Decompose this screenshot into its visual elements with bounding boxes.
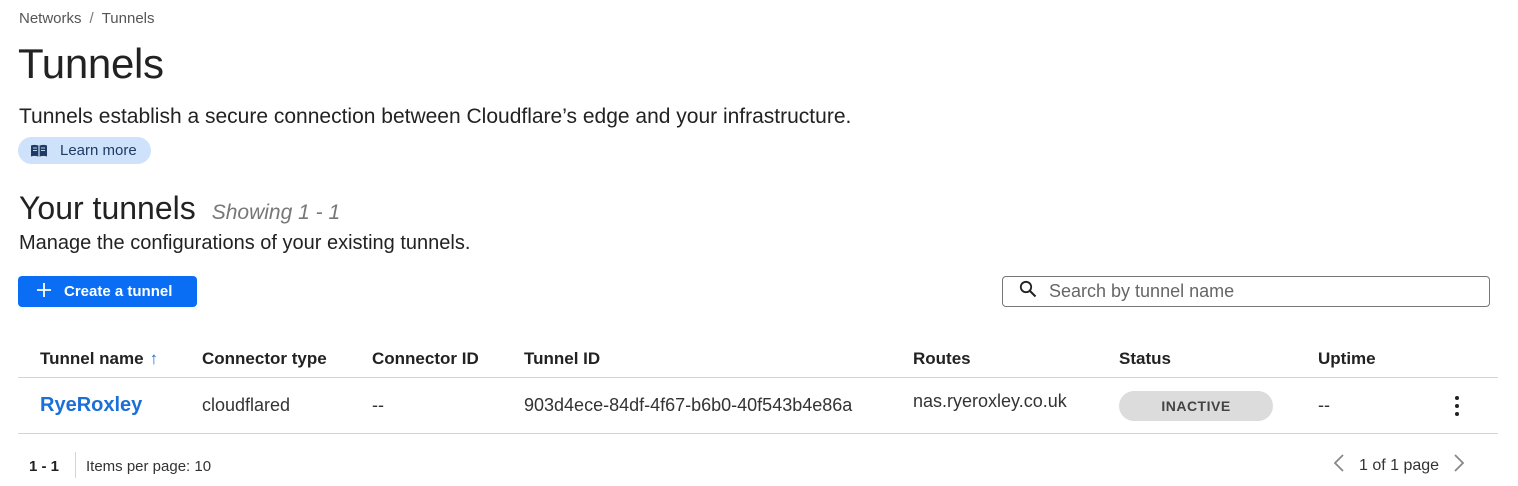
connector-id-cell: -- <box>372 395 384 415</box>
routes-cell: nas.ryeroxley.co.uk <box>913 391 1067 411</box>
learn-more-label: Learn more <box>60 142 137 159</box>
pagination-bar: 1 - 1 Items per page: 10 1 of 1 page <box>18 450 1498 480</box>
table-header-row: Tunnel name ↑ Connector type Connector I… <box>18 340 1498 378</box>
breadcrumb-tunnels: Tunnels <box>101 10 155 27</box>
page-description: Tunnels establish a secure connection be… <box>19 105 852 128</box>
sort-up-icon: ↑ <box>149 348 159 368</box>
pager: 1 of 1 page <box>1333 454 1465 478</box>
breadcrumb-separator: / <box>89 10 94 27</box>
page-label: 1 of 1 page <box>1359 457 1440 474</box>
showing-count: Showing 1 - 1 <box>211 201 341 224</box>
column-header-status: Status <box>1119 348 1171 368</box>
book-icon <box>30 144 48 158</box>
pagination-range: 1 - 1 <box>29 458 60 475</box>
search-icon <box>1019 280 1037 303</box>
kebab-menu-icon[interactable] <box>1455 395 1459 416</box>
items-per-page[interactable]: Items per page: 10 <box>86 458 211 475</box>
section-title: Your tunnels Showing 1 - 1 <box>19 190 340 227</box>
chevron-right-icon[interactable] <box>1453 454 1465 478</box>
search-box <box>1002 276 1490 307</box>
connector-type-cell: cloudflared <box>202 395 291 415</box>
section-description: Manage the configurations of your existi… <box>19 232 471 254</box>
tunnels-table: Tunnel name ↑ Connector type Connector I… <box>18 340 1498 434</box>
tunnel-id-cell: 903d4ece-84df-4f67-b6b0-40f543b4e86a <box>524 395 853 415</box>
plus-icon <box>36 282 52 302</box>
search-input[interactable] <box>1049 281 1469 302</box>
learn-more-button[interactable]: Learn more <box>18 137 151 164</box>
tunnel-name-link[interactable]: RyeRoxley <box>40 394 142 417</box>
create-tunnel-label: Create a tunnel <box>64 283 173 300</box>
section-title-text: Your tunnels <box>19 190 196 226</box>
page-title: Tunnels <box>18 40 164 87</box>
table-row: RyeRoxley cloudflared -- 903d4ece-84df-4… <box>18 378 1498 434</box>
chevron-left-icon[interactable] <box>1333 454 1345 478</box>
column-header-routes: Routes <box>913 348 971 368</box>
column-header-tunnel-name[interactable]: Tunnel name ↑ <box>40 340 158 377</box>
column-header-uptime: Uptime <box>1318 348 1376 368</box>
column-header-connector-type: Connector type <box>202 348 327 368</box>
create-tunnel-button[interactable]: Create a tunnel <box>18 276 197 307</box>
breadcrumb-networks[interactable]: Networks <box>19 10 82 27</box>
column-header-connector-id: Connector ID <box>372 348 479 368</box>
uptime-cell: -- <box>1318 395 1330 415</box>
column-header-tunnel-id: Tunnel ID <box>524 348 601 368</box>
pagination-divider <box>75 452 76 478</box>
column-header-label: Tunnel name <box>40 348 144 368</box>
status-badge: INACTIVE <box>1119 390 1273 421</box>
breadcrumb: Networks / Tunnels <box>19 10 155 27</box>
